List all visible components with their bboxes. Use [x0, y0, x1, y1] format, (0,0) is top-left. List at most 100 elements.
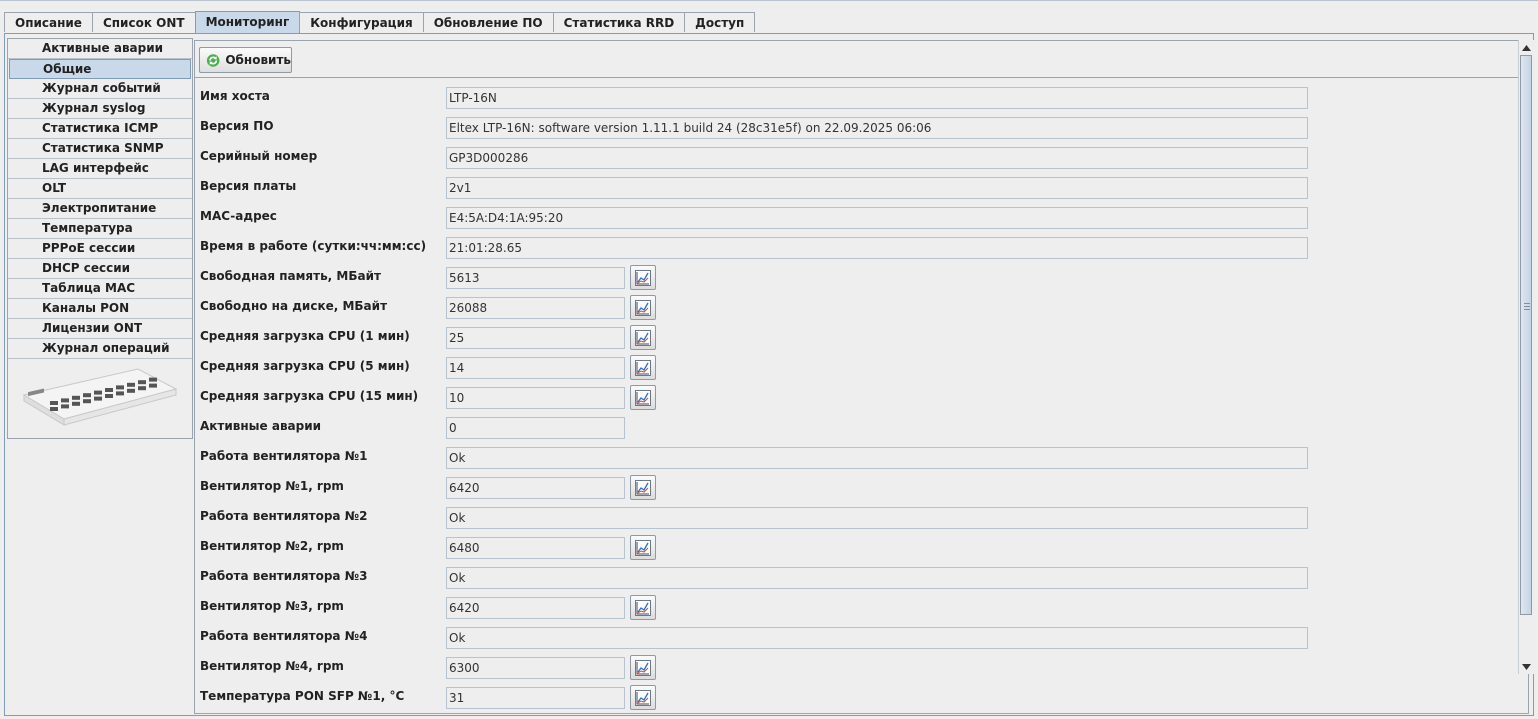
sidebar-item[interactable]: DHCP сессии: [8, 259, 192, 279]
chart-button[interactable]: [630, 655, 656, 680]
chart-button[interactable]: [630, 325, 656, 350]
sidebar-item[interactable]: Лицензии ONT: [8, 319, 192, 339]
device-port: [72, 395, 80, 400]
chart-button[interactable]: [630, 685, 656, 710]
sidebar-item[interactable]: Температура: [8, 219, 192, 239]
field-row: Вентилятор №4, rpm 6300: [195, 649, 1505, 680]
field-value[interactable]: 6300: [446, 657, 625, 679]
field-label: Работа вентилятора №1: [200, 449, 368, 463]
field-value[interactable]: Ok: [446, 507, 1308, 529]
field-value[interactable]: Eltex LTP-16N: software version 1.11.1 b…: [446, 117, 1308, 139]
field-value[interactable]: 31: [446, 687, 625, 709]
field-row: Активные аварии 0: [195, 409, 1505, 439]
device-port: [116, 385, 124, 390]
tab-6[interactable]: Доступ: [684, 12, 756, 32]
chart-button[interactable]: [630, 535, 656, 560]
scroll-down-button[interactable]: [1519, 659, 1534, 674]
field-row: Свободно на диске, МБайт 26088: [195, 289, 1505, 320]
field-value[interactable]: LTP-16N: [446, 87, 1308, 109]
device-port: [105, 388, 113, 392]
sidebar-item[interactable]: Электропитание: [8, 199, 192, 219]
field-value[interactable]: E4:5A:D4:1A:95:20: [446, 207, 1308, 229]
sidebar-item[interactable]: Каналы PON: [8, 299, 192, 319]
field-label: Серийный номер: [200, 149, 318, 163]
field-value[interactable]: GP3D000286: [446, 147, 1308, 169]
field-label: Вентилятор №1, rpm: [200, 479, 344, 493]
field-label: Вентилятор №4, rpm: [200, 659, 344, 673]
field-value[interactable]: 5613: [446, 267, 625, 289]
field-value[interactable]: 26088: [446, 297, 625, 319]
field-value[interactable]: 21:01:28.65: [446, 237, 1308, 259]
chart-button[interactable]: [630, 475, 656, 500]
tab-4[interactable]: Обновление ПО: [422, 12, 554, 32]
chart-icon: [635, 359, 651, 376]
refresh-icon: [206, 53, 220, 67]
field-label: Температура PON SFP №1, °C: [200, 689, 405, 703]
sidebar-item[interactable]: Журнал syslog: [8, 99, 192, 119]
chart-button[interactable]: [630, 265, 656, 290]
scroll-up-button[interactable]: [1519, 40, 1534, 55]
tab-1[interactable]: Список ONT: [91, 12, 196, 32]
tab-2[interactable]: Мониторинг: [194, 11, 301, 33]
device-port: [105, 394, 113, 398]
sidebar-item[interactable]: OLT: [8, 179, 192, 199]
device-port: [61, 404, 69, 409]
field-label: Средняя загрузка CPU (15 мин): [200, 389, 419, 403]
field-value[interactable]: 2v1: [446, 177, 1308, 199]
sidebar-item[interactable]: Таблица MAC: [8, 279, 192, 299]
field-value[interactable]: Ok: [446, 567, 1308, 589]
field-value[interactable]: 14: [446, 357, 625, 379]
toolbar: Обновить: [195, 41, 1528, 78]
sidebar-item[interactable]: Общие: [9, 59, 191, 79]
field-value[interactable]: 6420: [446, 597, 625, 619]
sidebar-item[interactable]: Статистика ICMP: [8, 119, 192, 139]
tab-3[interactable]: Конфигурация: [299, 12, 424, 32]
chart-icon: [635, 539, 651, 556]
field-value[interactable]: Ok: [446, 447, 1308, 469]
scroll-thumb[interactable]: [1520, 55, 1532, 615]
sidebar-item[interactable]: LAG интерфейс: [8, 159, 192, 179]
field-value[interactable]: 0: [446, 417, 625, 439]
tab-5[interactable]: Статистика RRD: [552, 12, 686, 32]
vertical-scrollbar[interactable]: [1518, 40, 1534, 674]
chart-icon: [635, 269, 651, 286]
field-row: Серийный номер GP3D000286: [195, 139, 1505, 169]
device-port: [127, 382, 135, 387]
device-port: [72, 401, 80, 406]
refresh-button-label: Обновить: [225, 53, 291, 67]
refresh-button[interactable]: Обновить: [199, 47, 292, 73]
chart-button[interactable]: [630, 355, 656, 380]
field-value[interactable]: 6480: [446, 537, 625, 559]
sidebar-item[interactable]: Статистика SNMP: [8, 139, 192, 159]
sidebar-item[interactable]: PPPoE сессии: [8, 239, 192, 259]
chart-icon: [635, 599, 651, 616]
field-value[interactable]: 25: [446, 327, 625, 349]
tab-0[interactable]: Описание: [4, 12, 93, 32]
thumb-grip: [1524, 309, 1530, 310]
field-row: Средняя загрузка CPU (1 мин) 25: [195, 319, 1505, 350]
device-port: [50, 407, 58, 411]
device-port: [94, 390, 102, 395]
field-value[interactable]: 10: [446, 387, 625, 409]
sidebar-item[interactable]: Активные аварии: [8, 39, 192, 59]
field-label: Свободно на диске, МБайт: [200, 299, 388, 313]
general-monitoring-panel: Обновить Имя хоста LTP-16N Версия ПО Eltex …: [194, 40, 1529, 714]
chart-button[interactable]: [630, 295, 656, 320]
field-value[interactable]: 6420: [446, 477, 625, 499]
sidebar-item[interactable]: Журнал событий: [8, 79, 192, 99]
field-value[interactable]: Ok: [446, 627, 1308, 649]
device-port: [50, 401, 58, 405]
sidebar-item[interactable]: Журнал операций: [8, 339, 192, 359]
chart-button[interactable]: [630, 385, 656, 410]
field-row: Средняя загрузка CPU (15 мин) 10: [195, 379, 1505, 410]
field-row: Вентилятор №1, rpm 6420: [195, 469, 1505, 500]
thumb-grip: [1524, 303, 1530, 304]
field-row: Время в работе (сутки:чч:мм:сс) 21:01:28.…: [195, 229, 1505, 259]
chart-icon: [635, 389, 651, 406]
field-label: Средняя загрузка CPU (5 мин): [200, 359, 410, 373]
chart-button[interactable]: [630, 595, 656, 620]
device-port: [149, 377, 157, 382]
field-label: Свободная память, МБайт: [200, 269, 381, 283]
device-port: [138, 386, 146, 391]
field-row: Работа вентилятора №3 Ok: [195, 559, 1505, 589]
